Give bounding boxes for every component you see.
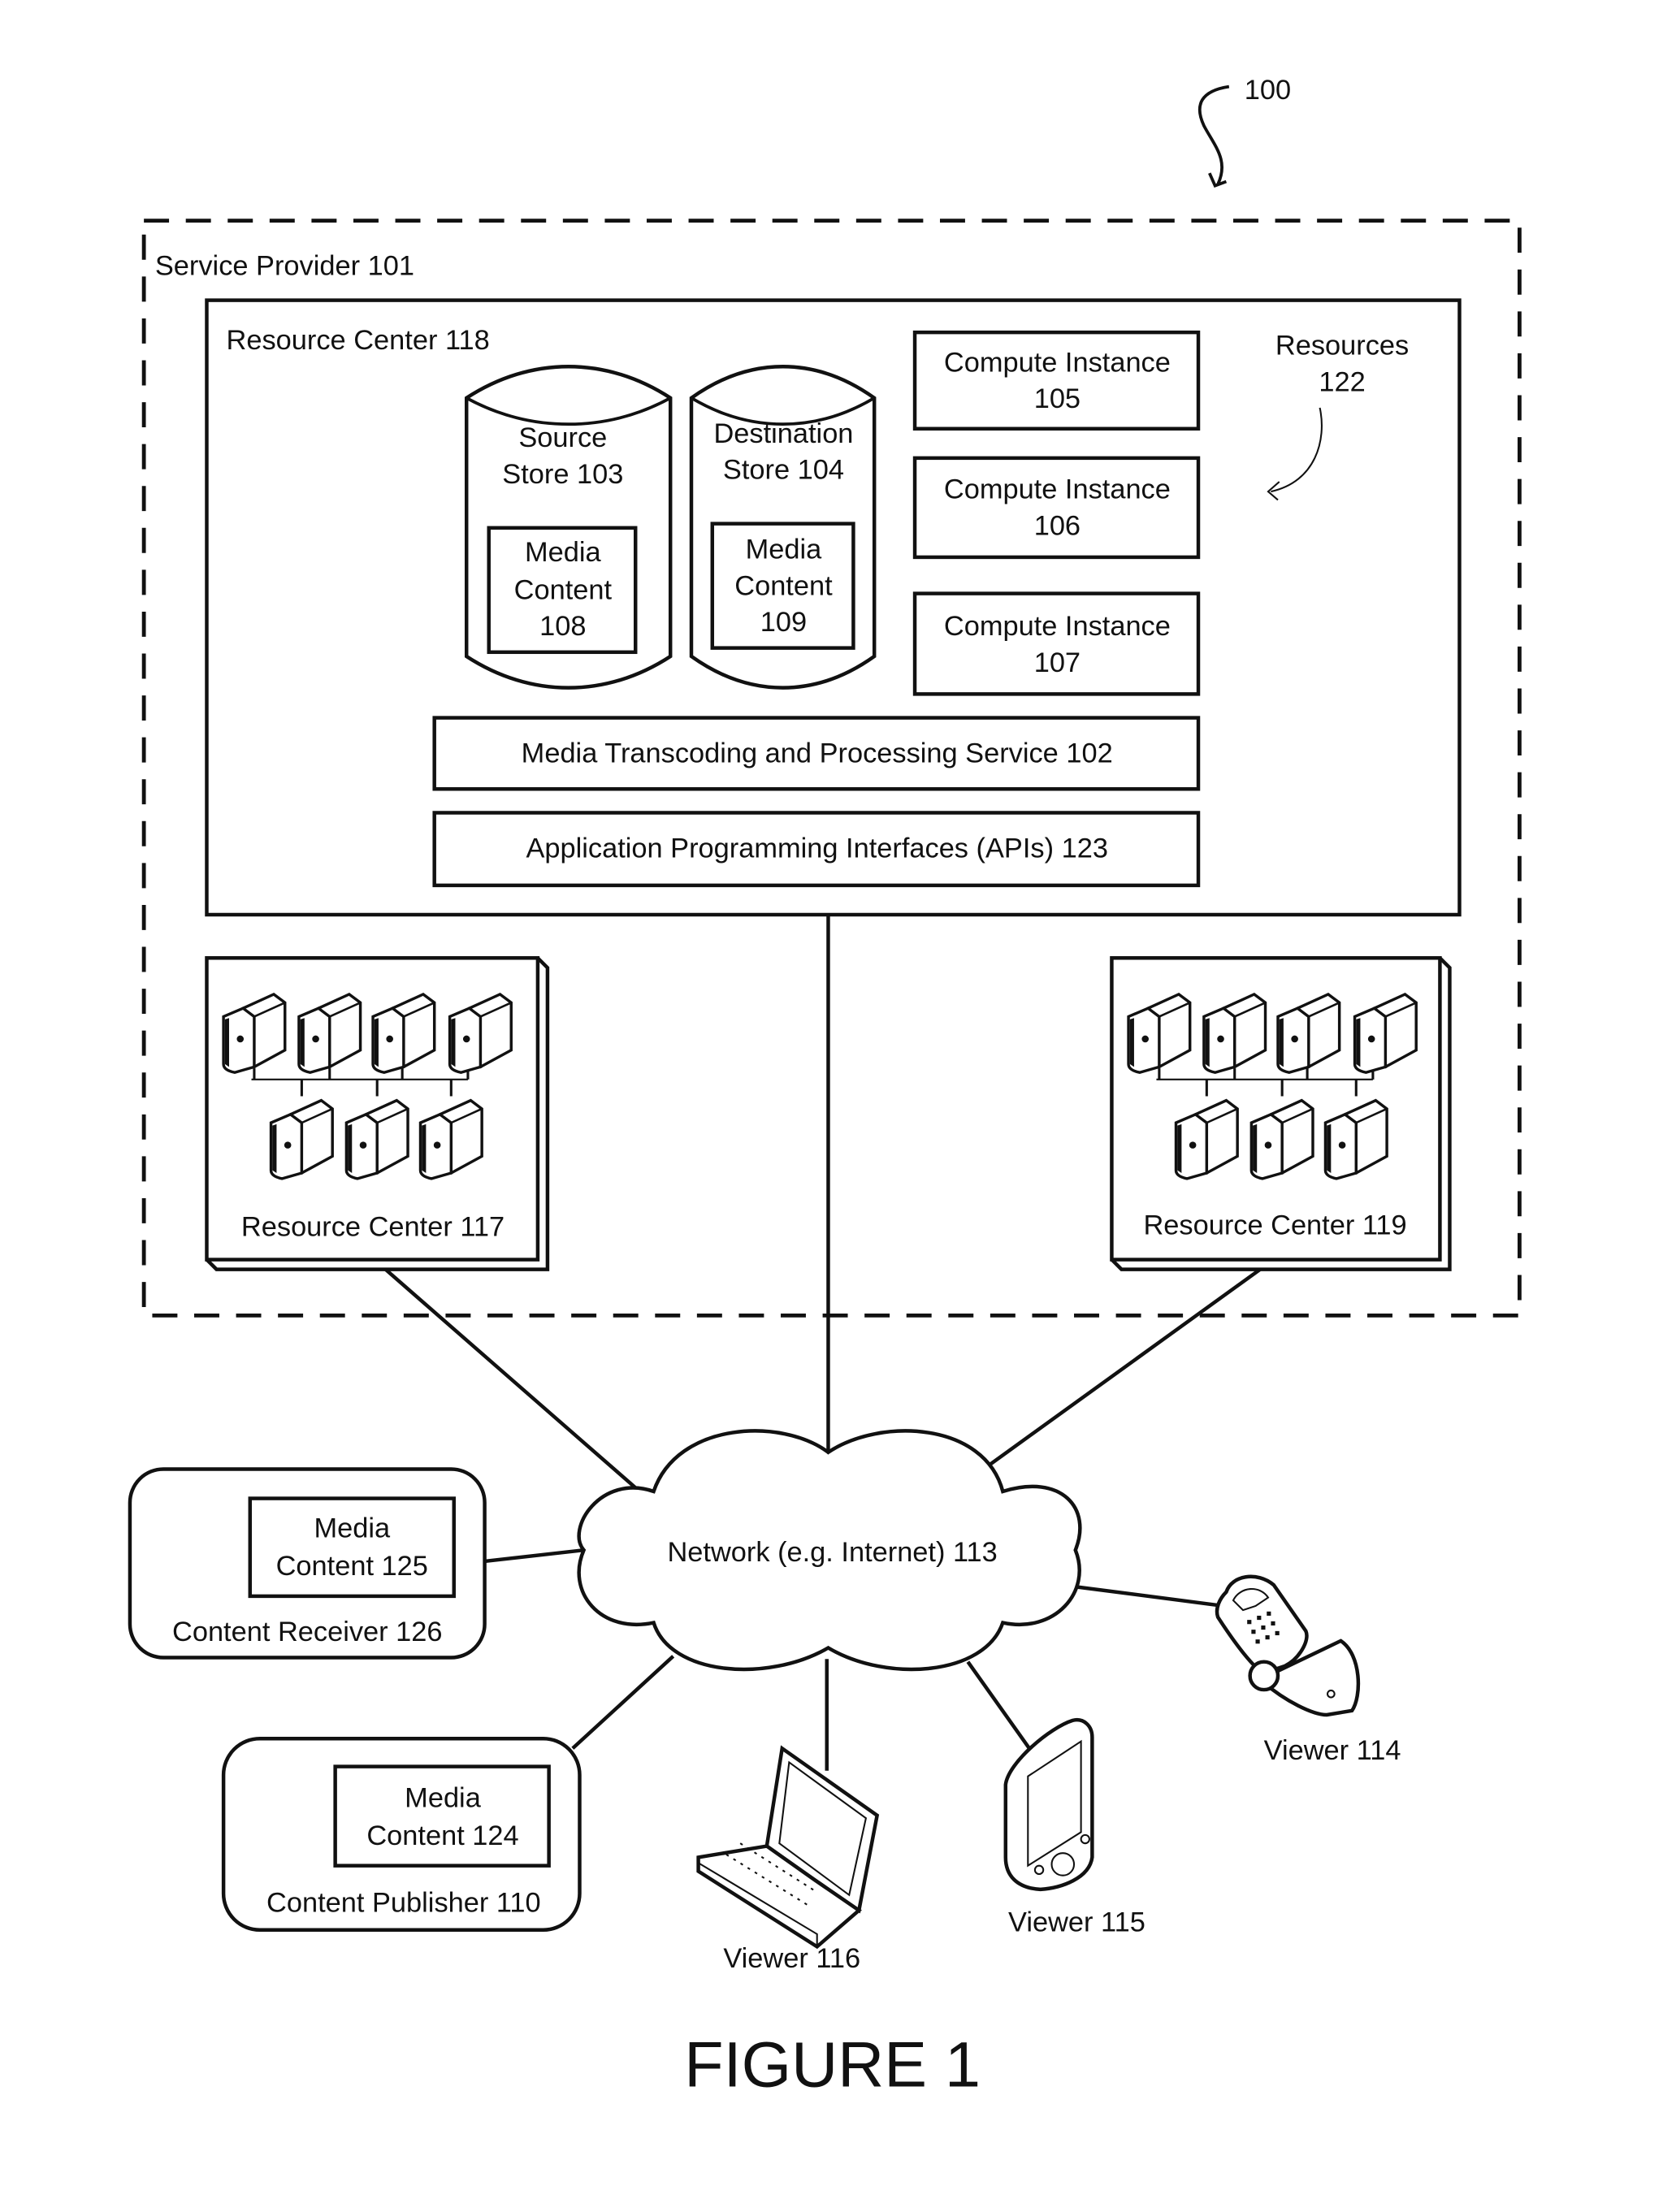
flip-phone-icon: [1215, 1574, 1361, 1717]
viewer-115: Viewer 115: [1003, 1718, 1145, 1937]
media-content-109-line2: Content: [734, 570, 833, 601]
reference-squiggle-arrow: [1197, 84, 1230, 185]
resource-center-119-label: Resource Center 119: [1143, 1210, 1406, 1241]
destination-store-line2: Store 104: [723, 455, 844, 486]
media-content-124-line2: Content 124: [366, 1820, 518, 1851]
resources-label: Resources: [1275, 331, 1409, 361]
viewer-116: Viewer 116: [696, 1745, 880, 1974]
arrow-head-icon: [1208, 172, 1228, 188]
compute-instance-label: Compute Instance: [944, 611, 1171, 642]
media-content-109-line1: Media: [746, 535, 823, 565]
content-publisher-label: Content Publisher 110: [266, 1887, 541, 1918]
compute-instance-box: [912, 456, 1201, 560]
media-content-124-line1: Media: [405, 1782, 482, 1813]
media-content-108-line3: 108: [539, 611, 586, 642]
network-label: Network (e.g. Internet) 113: [667, 1537, 997, 1568]
source-store-line2: Store 103: [502, 459, 623, 490]
resource-center-117-label: Resource Center 117: [241, 1211, 505, 1242]
service-provider-label: Service Provider 101: [155, 251, 414, 282]
viewer-114-label: Viewer 114: [1264, 1735, 1401, 1766]
content-publisher-110: Media Content 124 Content Publisher 110: [221, 1737, 582, 1932]
pda-icon: [1003, 1718, 1094, 1892]
viewer-115-label: Viewer 115: [1008, 1907, 1145, 1937]
link-publisher-network: [571, 1655, 675, 1750]
source-store-line1: Source: [518, 422, 607, 453]
compute-instance-number: 105: [1034, 383, 1081, 414]
link-viewer115-network: [966, 1660, 1031, 1750]
compute-instance-label: Compute Instance: [944, 474, 1171, 505]
resource-center-118-label: Resource Center 118: [227, 325, 490, 356]
laptop-icon: [696, 1745, 880, 1950]
link-rc119-network: [986, 1258, 1275, 1468]
link-receiver-network: [484, 1548, 584, 1564]
compute-instance-label: Compute Instance: [944, 347, 1171, 378]
figure-caption: FIGURE 1: [684, 2028, 981, 2100]
service-label: Media Transcoding and Processing Service…: [522, 738, 1113, 769]
link-rc117-network: [373, 1258, 641, 1493]
destination-store-line1: Destination: [713, 418, 853, 449]
compute-instance-107: Compute Instance 107: [912, 591, 1201, 696]
viewer-114: Viewer 114: [1215, 1574, 1401, 1766]
media-content-108-line1: Media: [525, 537, 602, 568]
resource-center-117: Resource Center 117: [205, 956, 550, 1271]
source-store-103: Source Store 103 Media Content 108: [464, 365, 673, 690]
viewer-116-label: Viewer 116: [723, 1943, 860, 1974]
resource-center-119: Resource Center 119: [1110, 956, 1452, 1271]
media-content-125-line1: Media: [314, 1513, 391, 1544]
resources-number: 122: [1319, 366, 1365, 397]
content-receiver-126: Media Content 125 Content Receiver 126: [128, 1467, 487, 1660]
compute-instance-box: [912, 591, 1201, 696]
media-content-109-line3: 109: [760, 607, 807, 638]
compute-instance-number: 107: [1034, 647, 1081, 678]
compute-instance-105: Compute Instance 105: [912, 330, 1201, 431]
reference-number-label: 100: [1245, 75, 1291, 106]
link-viewer114-network: [1072, 1584, 1224, 1608]
destination-store-104: Destination Store 104 Media Content 109: [689, 365, 877, 690]
media-content-108-line2: Content: [514, 574, 613, 605]
resource-center-118: Resource Center 118 Source Store 103 Med…: [205, 298, 1462, 917]
compute-instance-number: 106: [1034, 510, 1081, 541]
network-113: Network (e.g. Internet) 113: [577, 1429, 1082, 1672]
apis-label: Application Programming Interfaces (APIs…: [526, 833, 1107, 864]
apis-123: Application Programming Interfaces (APIs…: [432, 811, 1201, 888]
media-content-125-line2: Content 125: [276, 1551, 428, 1582]
reference-100: 100: [1197, 75, 1291, 188]
content-receiver-label: Content Receiver 126: [172, 1617, 443, 1647]
media-transcoding-service-102: Media Transcoding and Processing Service…: [432, 716, 1201, 791]
compute-instance-106: Compute Instance 106: [912, 456, 1201, 560]
system-diagram: 100 Service Provider 101 Resource Center…: [128, 75, 1522, 2100]
